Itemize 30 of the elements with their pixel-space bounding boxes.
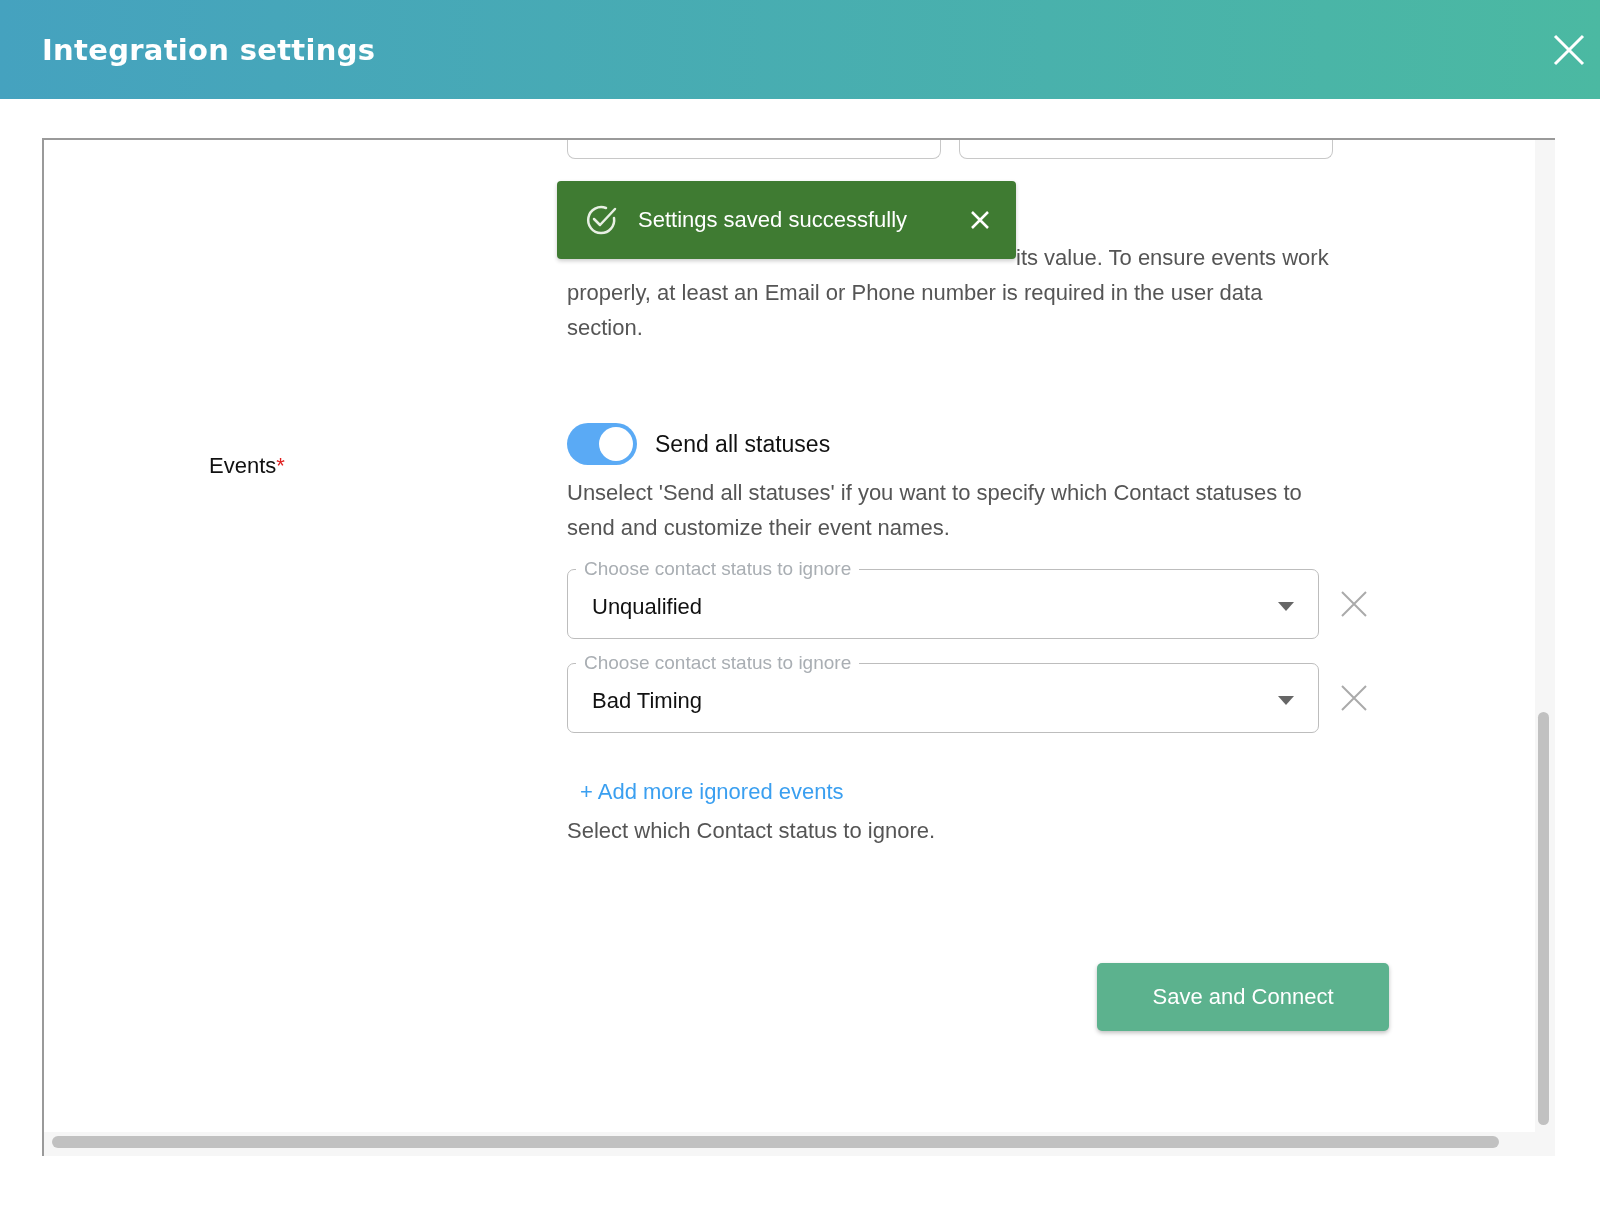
toggle-label: Send all statuses <box>655 430 831 458</box>
status-dropdown[interactable]: Choose contact status to ignore Bad Timing <box>567 653 1319 733</box>
horizontal-scrollbar[interactable] <box>52 1136 1499 1148</box>
description-text: Unselect 'Send all statuses' if you want to specify which Contact statuses to send and customize their event names. <box>567 479 1303 542</box>
dialog-title: Integration settings <box>42 32 376 67</box>
field-label: Events <box>209 453 277 479</box>
input-field[interactable] <box>959 140 1333 159</box>
caret-icon <box>1278 696 1294 705</box>
help-text: its value. To ensure events work properly, at least an Email or Phone number is required in the user data section. <box>567 244 1330 342</box>
check-circle-icon <box>584 203 618 237</box>
close-icon <box>1341 685 1367 711</box>
floating-label: Choose contact status to ignore <box>583 653 853 673</box>
close-icon <box>1552 32 1586 67</box>
remove-button[interactable] <box>1341 685 1367 711</box>
remove-button[interactable] <box>1341 591 1367 617</box>
required-mark: * <box>276 453 285 479</box>
help-text: Select which Contact status to ignore. <box>567 817 937 845</box>
close-icon <box>970 210 990 230</box>
toggle-switch[interactable] <box>567 423 637 465</box>
close-button[interactable] <box>1552 32 1586 67</box>
status-dropdown[interactable]: Choose contact status to ignore Unqualified <box>567 559 1319 639</box>
floating-label: Choose contact status to ignore <box>583 559 853 579</box>
caret-icon <box>1278 602 1294 611</box>
close-button[interactable] <box>970 210 990 230</box>
vertical-scrollbar[interactable] <box>1538 712 1549 1125</box>
toast-message: Settings saved successfully <box>638 207 909 233</box>
dropdown-value: Bad Timing <box>592 687 703 714</box>
close-icon <box>1341 591 1367 617</box>
input-field[interactable] <box>567 140 941 159</box>
dropdown-value: Unqualified <box>592 593 703 620</box>
